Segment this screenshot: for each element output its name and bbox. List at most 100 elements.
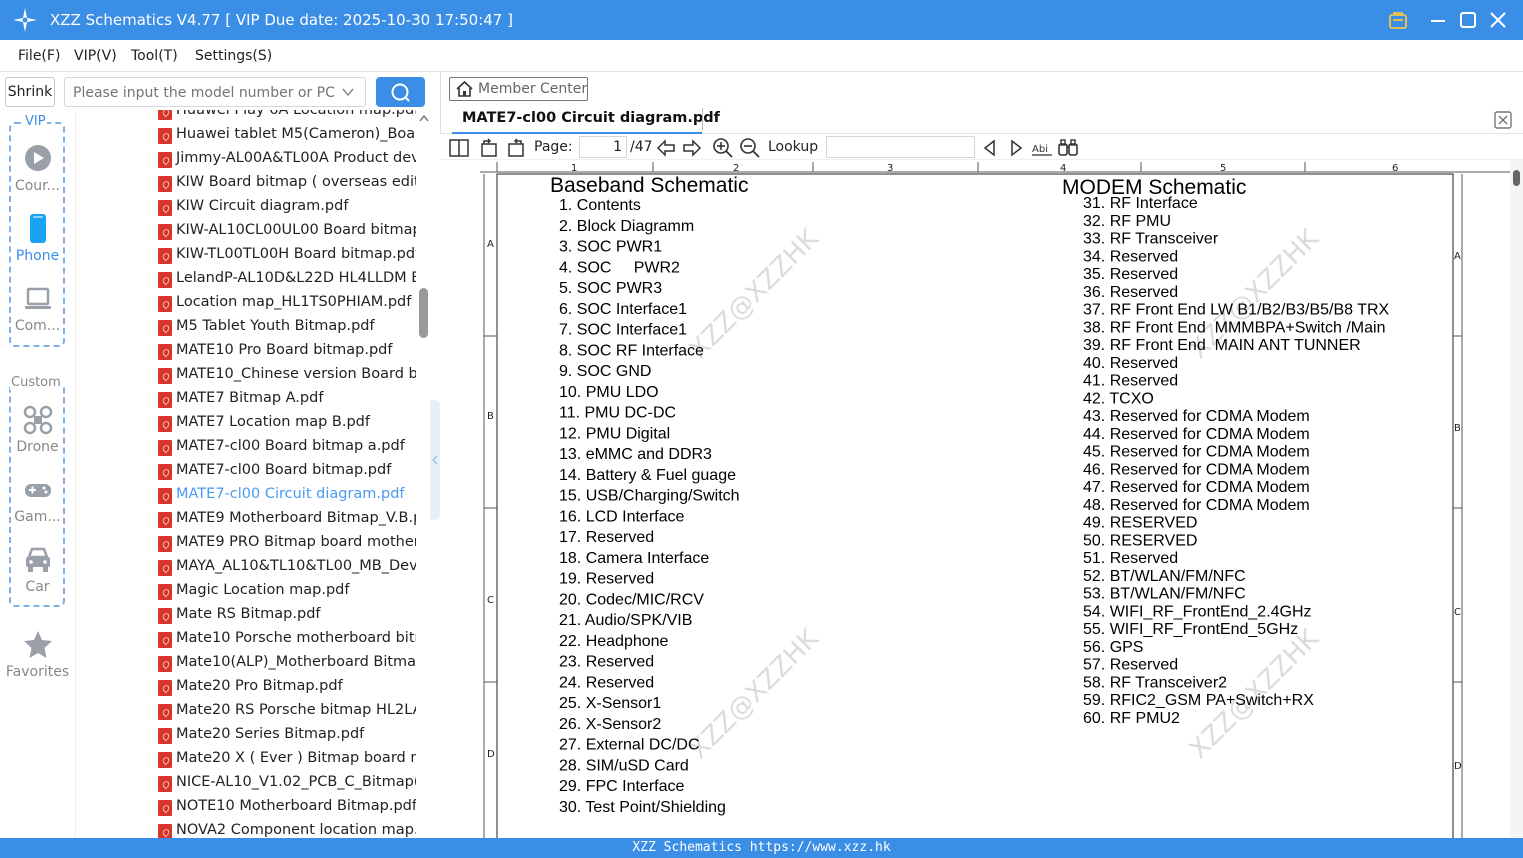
file-list-item[interactable]: KIW Board bitmap ( overseas editio xyxy=(76,172,416,196)
file-list-item[interactable]: MATE10 Pro Board bitmap.pdf xyxy=(76,340,416,364)
scroll-thumb[interactable] xyxy=(419,288,428,338)
search-input[interactable] xyxy=(73,83,335,103)
contents-item: 23. Reserved xyxy=(559,654,654,671)
close-icon[interactable] xyxy=(1487,9,1509,31)
collapse-left-icon[interactable] xyxy=(431,454,439,466)
file-name: MATE7 Bitmap A.pdf xyxy=(176,390,324,406)
file-list-item[interactable]: Magic Location map.pdf xyxy=(76,580,416,604)
contents-item: 30. Test Point/Shielding xyxy=(559,799,726,816)
file-name: LelandP-AL10D&L22D HL4LLDM B xyxy=(176,270,416,286)
find-previous-icon[interactable] xyxy=(979,137,1001,159)
file-list-item[interactable]: MATE9 PRO Bitmap board mother xyxy=(76,532,416,556)
file-list-scrollbar[interactable] xyxy=(418,110,430,838)
zoom-out-icon[interactable] xyxy=(739,137,761,159)
file-list-item[interactable]: Mate10 Porsche motherboard bitn xyxy=(76,628,416,652)
member-center-button[interactable]: Member Center xyxy=(449,77,588,101)
contents-item: 50. RESERVED xyxy=(1083,532,1197,549)
file-list-item[interactable]: NOTE10 Motherboard Bitmap.pdf xyxy=(76,796,416,820)
minimize-icon[interactable] xyxy=(1427,9,1449,31)
file-list-item[interactable]: MATE7-cl00 Board bitmap a.pdf xyxy=(76,436,416,460)
document-scrollbar[interactable] xyxy=(1510,160,1523,838)
contents-item: 3. SOC PWR1 xyxy=(559,239,662,256)
zoom-in-icon[interactable] xyxy=(712,137,734,159)
file-list-item[interactable]: Mate RS Bitmap.pdf xyxy=(76,604,416,628)
menu-settings[interactable]: Settings(S) xyxy=(195,48,272,64)
file-list-item[interactable]: LelandP-AL10D&L22D HL4LLDM B xyxy=(76,268,416,292)
contents-item: 46. Reserved for CDMA Modem xyxy=(1083,461,1310,478)
maximize-icon[interactable] xyxy=(1457,9,1479,31)
file-list-item[interactable]: NICE-AL10_V1.02_PCB_C_Bitmap(1( xyxy=(76,772,416,796)
lookup-input[interactable] xyxy=(826,136,975,158)
next-page-icon[interactable] xyxy=(681,137,703,159)
search-icon xyxy=(391,83,410,102)
file-list-item[interactable]: KIW-AL10CL00UL00 Board bitmap. xyxy=(76,220,416,244)
file-list-item[interactable]: Mate20 RS Porsche bitmap HL2LA' xyxy=(76,700,416,724)
pdf-file-icon xyxy=(158,392,172,408)
file-list-item[interactable]: Huawei tablet M5(Cameron)_Board xyxy=(76,124,416,148)
scroll-up-icon[interactable] xyxy=(419,114,429,122)
previous-page-icon[interactable] xyxy=(655,137,677,159)
chevron-down-icon[interactable] xyxy=(341,85,355,99)
svg-text:Abi: Abi xyxy=(1032,144,1048,155)
file-name: Mate20 Pro Bitmap.pdf xyxy=(176,678,343,694)
vip-bag-icon[interactable] xyxy=(1387,9,1409,31)
file-list-item[interactable]: MATE9 Motherboard Bitmap_V.B.p xyxy=(76,508,416,532)
contents-item: 36. Reserved xyxy=(1083,284,1178,301)
binoculars-icon[interactable] xyxy=(1057,137,1079,159)
file-name: NOTE10 Motherboard Bitmap.pdf xyxy=(176,798,416,814)
document-scroll-thumb[interactable] xyxy=(1513,170,1520,186)
file-list-item[interactable]: KIW Circuit diagram.pdf xyxy=(76,196,416,220)
menu-file[interactable]: File(F) xyxy=(18,48,60,64)
find-next-icon[interactable] xyxy=(1005,137,1027,159)
file-list-item[interactable]: M5 Tablet Youth Bitmap.pdf xyxy=(76,316,416,340)
close-tab-icon[interactable] xyxy=(1493,110,1513,130)
file-list-item[interactable]: Jimmy-AL00A&TL00A Product dev xyxy=(76,148,416,172)
search-button[interactable] xyxy=(376,77,425,107)
rotate-left-icon[interactable] xyxy=(478,137,500,159)
toggle-sidebar-icon[interactable] xyxy=(448,137,470,159)
file-list-item[interactable]: Location map_HL1TS0PHIAM.pdf xyxy=(76,292,416,316)
shrink-button[interactable]: Shrink xyxy=(5,77,55,107)
contents-item: 26. X-Sensor2 xyxy=(559,716,661,733)
file-name: NOVA2 Component location map.i xyxy=(176,822,416,838)
file-list-item[interactable]: MATE7-cl00 Board bitmap.pdf xyxy=(76,460,416,484)
document-viewer[interactable]: 1 2 3 4 5 6 A A B B C C D D XZZ@XZZHK XZZ@XZZHK XZZ@XZZH… xyxy=(440,160,1510,838)
file-name: Location map_HL1TS0PHIAM.pdf xyxy=(176,294,412,310)
file-list-item[interactable]: MATE7-cl00 Circuit diagram.pdf xyxy=(76,484,416,508)
status-bar: XZZ Schematics https://www.xzz.hk xyxy=(0,838,1523,858)
contents-item: 52. BT/WLAN/FM/NFC xyxy=(1083,568,1246,585)
match-case-icon[interactable]: Abi xyxy=(1031,137,1053,159)
contents-item: 9. SOC GND xyxy=(559,363,651,380)
pdf-file-icon xyxy=(158,512,172,528)
file-list-item[interactable]: Mate20 X ( Ever ) Bitmap board m xyxy=(76,748,416,772)
pdf-file-icon xyxy=(158,248,172,264)
file-list-item[interactable]: MATE7 Bitmap A.pdf xyxy=(76,388,416,412)
file-list-item[interactable]: KIW-TL00TL00H Board bitmap.pdf xyxy=(76,244,416,268)
rotate-right-icon[interactable] xyxy=(505,137,527,159)
file-list-item[interactable]: MAYA_AL10&TL10&TL00_MB_Devi xyxy=(76,556,416,580)
pdf-file-icon xyxy=(158,680,172,696)
file-list-item[interactable]: Mate20 Pro Bitmap.pdf xyxy=(76,676,416,700)
pdf-file-icon xyxy=(158,128,172,144)
file-list-item[interactable]: NOVA2 Component location map.i xyxy=(76,820,416,838)
contents-item: 55. WIFI_RF_FrontEnd_5GHz xyxy=(1083,621,1298,638)
file-list-item[interactable]: Mate10(ALP)_Motherboard Bitmap xyxy=(76,652,416,676)
contents-item: 13. eMMC and DDR3 xyxy=(559,446,712,463)
file-name: MATE10 Pro Board bitmap.pdf xyxy=(176,342,393,358)
panel-splitter[interactable] xyxy=(430,400,440,520)
menu-vip[interactable]: VIP(V) xyxy=(74,48,117,64)
contents-item: 19. Reserved xyxy=(559,571,654,588)
file-list-item[interactable]: Mate20 Series Bitmap.pdf xyxy=(76,724,416,748)
model-search-box[interactable] xyxy=(64,77,366,107)
ruler-column-label: 2 xyxy=(733,163,739,174)
pdf-file-icon xyxy=(158,536,172,552)
menu-tool[interactable]: Tool(T) xyxy=(131,48,178,64)
contents-item: 31. RF Interface xyxy=(1083,195,1198,212)
contents-item: 8. SOC RF Interface xyxy=(559,342,704,359)
file-list-item[interactable]: MATE10_Chinese version Board bit xyxy=(76,364,416,388)
page-number-input[interactable]: 1 xyxy=(579,136,627,158)
file-list-item[interactable]: MATE7 Location map B.pdf xyxy=(76,412,416,436)
ruler-row-label: B xyxy=(487,411,494,422)
file-list-item[interactable]: Huawei Play 6A Location map.pdf xyxy=(76,110,416,124)
tab-document[interactable]: MATE7-cl00 Circuit diagram.pdf xyxy=(462,110,720,126)
